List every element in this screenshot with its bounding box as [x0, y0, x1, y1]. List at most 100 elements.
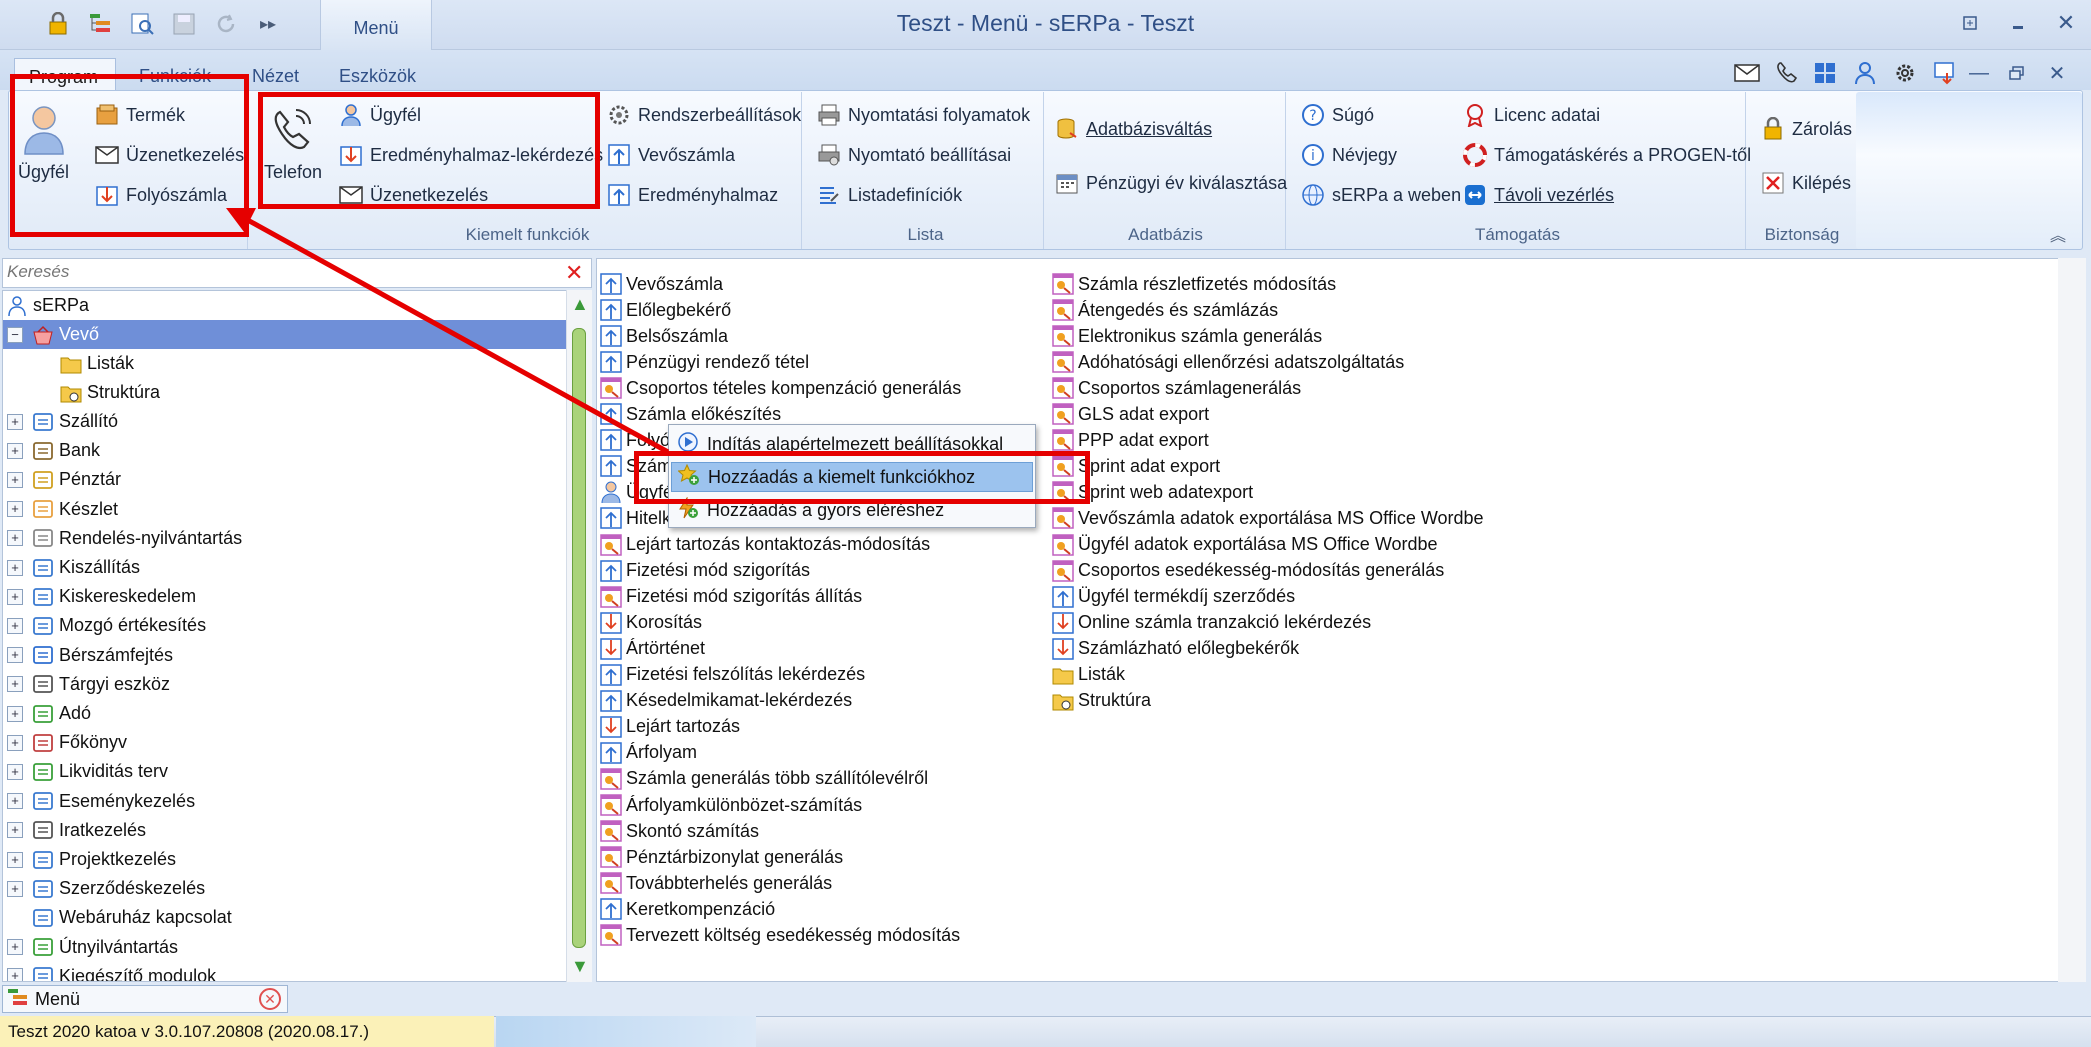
close-inner-icon[interactable]: ✕ — [2040, 56, 2074, 90]
function-item[interactable]: Listák — [1051, 662, 1125, 688]
minimize-icon[interactable] — [1994, 4, 2042, 42]
expand-icon[interactable]: + — [7, 588, 23, 605]
function-item[interactable]: Ügyfél termékdíj szerződés — [1051, 584, 1295, 610]
tree-item-vevo-selected[interactable]: − Vevő — [3, 320, 569, 349]
tree-item[interactable]: + Kiegészítő modulok — [7, 962, 216, 981]
ribbon-tavoli-vezerles-button[interactable]: Távoli vezérlés — [1462, 178, 1751, 212]
close-icon[interactable]: ✕ — [2042, 4, 2090, 42]
ribbon-vevoszamla-button[interactable]: Vevőszámla — [606, 138, 801, 172]
content-scrollbar[interactable] — [2058, 258, 2086, 982]
function-item[interactable]: Pénzügyi rendező tétel — [599, 349, 809, 375]
tree-item[interactable]: + Készlet — [7, 495, 118, 524]
function-item[interactable]: Számla részletfizetés módosítás — [1051, 271, 1336, 297]
ribbon-adatbazisvaltas-button[interactable]: Adatbázisváltás — [1054, 112, 1287, 146]
function-item[interactable]: Ügyfél adatok exportálása MS Office Word… — [1051, 532, 1438, 558]
expand-icon[interactable]: + — [7, 939, 23, 956]
function-item[interactable]: Keretkompenzáció — [599, 896, 775, 922]
expand-icon[interactable]: + — [7, 647, 23, 664]
search-doc-icon[interactable] — [124, 6, 160, 42]
expand-icon[interactable]: + — [7, 734, 23, 751]
function-item[interactable]: Átengedés és számlázás — [1051, 297, 1278, 323]
bottom-tab-menu[interactable]: Menü ✕ — [2, 985, 288, 1013]
function-item[interactable]: Késedelmikamat-lekérdezés — [599, 688, 852, 714]
function-item[interactable]: Adóhatósági ellenőrzési adatszolgáltatás — [1051, 349, 1404, 375]
restore-inner-icon[interactable] — [2000, 56, 2034, 90]
ribbon-listadefiniciok-button[interactable]: Listadefiníciók — [816, 178, 1030, 212]
ribbon-nyomtatasi-folyamatok-button[interactable]: Nyomtatási folyamatok — [816, 98, 1030, 132]
grid-icon[interactable] — [1808, 56, 1842, 90]
clear-search-icon[interactable]: ✕ — [565, 260, 583, 286]
gear-icon[interactable] — [1888, 56, 1922, 90]
expand-icon[interactable]: + — [7, 822, 23, 839]
ribbon-zarolas-button[interactable]: Zárolás — [1760, 112, 1852, 146]
scroll-thumb[interactable] — [572, 328, 586, 948]
ribbon-nyomtato-beallitasai-button[interactable]: Nyomtató beállításai — [816, 138, 1030, 172]
tree-item[interactable]: + Mozgó értékesítés — [7, 611, 206, 640]
function-item[interactable]: Árfolyamkülönbözet-számítás — [599, 792, 862, 818]
tree-item[interactable]: +Webáruház kapcsolat — [7, 903, 232, 932]
function-item[interactable]: Továbbterhelés generálás — [599, 870, 832, 896]
function-item[interactable]: Ártörténet — [599, 636, 705, 662]
function-item[interactable]: Tervezett költség esedékesség módosítás — [599, 922, 960, 948]
tree-item[interactable]: + Bérszámfejtés — [7, 641, 173, 670]
tree-item[interactable]: + Szállító — [7, 407, 118, 436]
function-item[interactable]: Korosítás — [599, 610, 702, 636]
tree-list-icon[interactable] — [82, 6, 118, 42]
function-item[interactable]: Fizetési mód szigorítás — [599, 558, 810, 584]
function-item[interactable]: GLS adat export — [1051, 401, 1209, 427]
expand-icon[interactable]: + — [7, 968, 23, 981]
function-item[interactable]: Csoportos számlagenerálás — [1051, 375, 1301, 401]
tree-item-listak[interactable]: Listák — [59, 349, 134, 378]
context-tab-menu[interactable]: Menü — [320, 0, 432, 50]
function-item[interactable]: Pénztárbizonylat generálás — [599, 844, 843, 870]
function-item[interactable]: Számlázható előlegbekérők — [1051, 636, 1299, 662]
expand-icon[interactable]: + — [7, 530, 23, 547]
expand-icon[interactable]: + — [7, 471, 23, 488]
ribbon-kilepes-button[interactable]: Kilépés — [1760, 166, 1852, 200]
more-icon[interactable]: ▸▸ — [250, 6, 286, 42]
expand-icon[interactable]: + — [7, 851, 23, 868]
close-tab-icon[interactable]: ✕ — [259, 988, 281, 1010]
expand-icon[interactable]: + — [7, 617, 23, 634]
function-item[interactable]: Előlegbekérő — [599, 297, 731, 323]
tree-item[interactable]: + Tárgyi eszköz — [7, 670, 170, 699]
function-item[interactable]: Struktúra — [1051, 688, 1151, 714]
expand-icon[interactable]: + — [7, 442, 23, 459]
lock-icon[interactable] — [40, 6, 76, 42]
function-item[interactable]: Lejárt tartozás — [599, 714, 740, 740]
function-item[interactable]: Számla generálás több szállítólevélről — [599, 766, 928, 792]
expand-icon[interactable]: + — [7, 559, 23, 576]
function-item[interactable]: Lejárt tartozás kontaktozás-módosítás — [599, 532, 930, 558]
download-doc-icon[interactable] — [1928, 56, 1962, 90]
tree-item[interactable]: + Projektkezelés — [7, 845, 176, 874]
expand-icon[interactable]: + — [7, 793, 23, 810]
tree-item[interactable]: + Kiskereskedelem — [7, 582, 196, 611]
refresh-icon[interactable] — [208, 6, 244, 42]
collapse-icon[interactable]: − — [7, 326, 23, 343]
search-input[interactable] — [3, 259, 543, 285]
tree-item[interactable]: + Adó — [7, 699, 91, 728]
tree-scrollbar[interactable]: ▲ ▼ — [566, 290, 592, 982]
function-item[interactable]: Online számla tranzakció lekérdezés — [1051, 610, 1371, 636]
tree-root[interactable]: sERPa — [5, 291, 89, 320]
expand-icon[interactable]: + — [7, 763, 23, 780]
tree-item[interactable]: + Bank — [7, 436, 100, 465]
tree-item[interactable]: + Iratkezelés — [7, 816, 146, 845]
tree-item[interactable]: + Főkönyv — [7, 728, 127, 757]
save-icon[interactable] — [166, 6, 202, 42]
tree-item[interactable]: + Szerződéskezelés — [7, 874, 205, 903]
function-item[interactable]: Elektronikus számla generálás — [1051, 323, 1322, 349]
tree-item[interactable]: + Kiszállítás — [7, 553, 140, 582]
scroll-down-icon[interactable]: ▼ — [571, 956, 589, 977]
tree-item-struktura[interactable]: Struktúra — [59, 378, 160, 407]
ribbon-licenc-button[interactable]: Licenc adatai — [1462, 98, 1751, 132]
collapse-ribbon-icon[interactable]: ︽ — [2050, 222, 2066, 246]
ribbon-rendszerbeallitasok-button[interactable]: Rendszerbeállítások — [606, 98, 801, 132]
ribbon-serpa-weben-button[interactable]: sERPa a weben — [1300, 178, 1461, 212]
ribbon-nevjegy-button[interactable]: i Névjegy — [1300, 138, 1461, 172]
expand-icon[interactable]: + — [7, 880, 23, 897]
minimize-inner-icon[interactable]: — — [1962, 56, 1996, 90]
function-item[interactable]: Árfolyam — [599, 740, 697, 766]
mail-icon[interactable] — [1730, 56, 1764, 90]
function-item[interactable]: PPP adat export — [1051, 427, 1209, 453]
